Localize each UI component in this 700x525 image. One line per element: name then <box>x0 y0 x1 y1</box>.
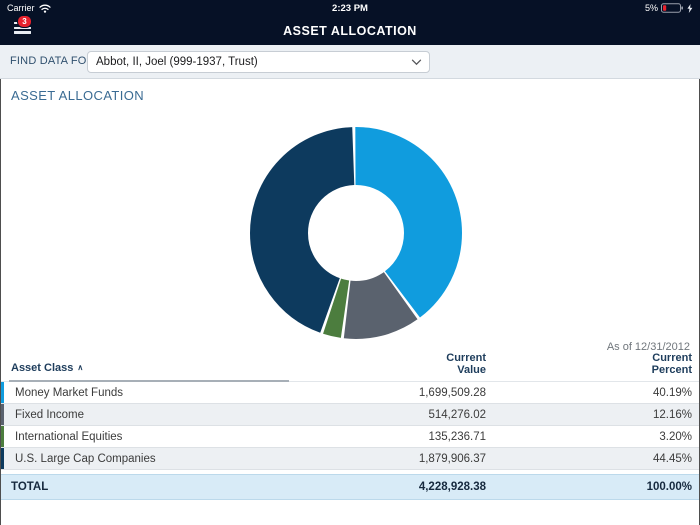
app-screen: Carrier 2:23 PM 5% <box>0 0 700 525</box>
current-value-cell: 135,236.71 <box>428 431 486 443</box>
table-row[interactable]: Money Market Funds 1,699,509.28 40.19% <box>1 382 699 404</box>
total-percent: 100.00% <box>647 481 692 493</box>
current-percent-cell: 3.20% <box>659 431 692 443</box>
current-value-cell: 1,699,509.28 <box>419 387 486 399</box>
wifi-icon <box>39 4 51 13</box>
column-header-current-percent: Current Percent <box>652 352 692 376</box>
asset-color-indicator <box>1 448 4 469</box>
asset-class-cell: Money Market Funds <box>15 387 123 399</box>
find-data-select[interactable]: Abbot, II, Joel (999-1937, Trust) <box>87 51 430 73</box>
total-value: 4,228,928.38 <box>419 481 486 493</box>
table-header: Asset Class∧ Current Value Current Perce… <box>1 354 699 382</box>
sort-asc-icon: ∧ <box>77 363 83 372</box>
asset-color-indicator <box>1 426 4 447</box>
current-value-cell: 1,879,906.37 <box>419 453 486 465</box>
chevron-down-icon <box>411 59 422 66</box>
nav-bar: 3 ASSET ALLOCATION <box>0 16 700 45</box>
current-percent-cell: 44.45% <box>653 453 692 465</box>
table-row[interactable]: Fixed Income 514,276.02 12.16% <box>1 404 699 426</box>
find-data-bar: FIND DATA FOR Abbot, II, Joel (999-1937,… <box>0 45 700 79</box>
asset-class-cell: International Equities <box>15 431 122 443</box>
as-of-date: As of 12/31/2012 <box>1 341 699 354</box>
column-header-asset-class[interactable]: Asset Class∧ <box>11 362 83 374</box>
asset-color-indicator <box>1 382 4 403</box>
column-header-current-value: Current Value <box>446 352 486 376</box>
asset-allocation-donut-chart <box>250 127 462 339</box>
status-bar: Carrier 2:23 PM 5% <box>0 0 700 16</box>
charging-bolt-icon <box>687 4 693 13</box>
table-row[interactable]: U.S. Large Cap Companies 1,879,906.37 44.4… <box>1 448 699 470</box>
asset-color-indicator <box>1 404 4 425</box>
main-content: ASSET ALLOCATION As of 12/31/2012 Asset … <box>0 79 700 525</box>
page-title: ASSET ALLOCATION <box>0 24 700 38</box>
current-value-cell: 514,276.02 <box>428 409 486 421</box>
find-data-label: FIND DATA FOR <box>10 55 95 67</box>
current-percent-cell: 40.19% <box>653 387 692 399</box>
asset-table-body: Money Market Funds 1,699,509.28 40.19% Fixe… <box>1 382 699 470</box>
section-title: ASSET ALLOCATION <box>11 88 699 103</box>
table-row[interactable]: International Equities 135,236.71 3.20% <box>1 426 699 448</box>
clock: 2:23 PM <box>147 3 553 14</box>
asset-class-cell: U.S. Large Cap Companies <box>15 453 156 465</box>
chart-area <box>1 127 699 339</box>
total-row: TOTAL 4,228,928.38 100.00% <box>1 474 699 500</box>
battery-percent-label: 5% <box>645 3 658 13</box>
find-data-selected-value: Abbot, II, Joel (999-1937, Trust) <box>96 56 411 68</box>
total-label: TOTAL <box>11 481 48 493</box>
battery-icon <box>661 3 684 13</box>
current-percent-cell: 12.16% <box>653 409 692 421</box>
asset-class-cell: Fixed Income <box>15 409 84 421</box>
carrier-label: Carrier <box>7 3 35 13</box>
